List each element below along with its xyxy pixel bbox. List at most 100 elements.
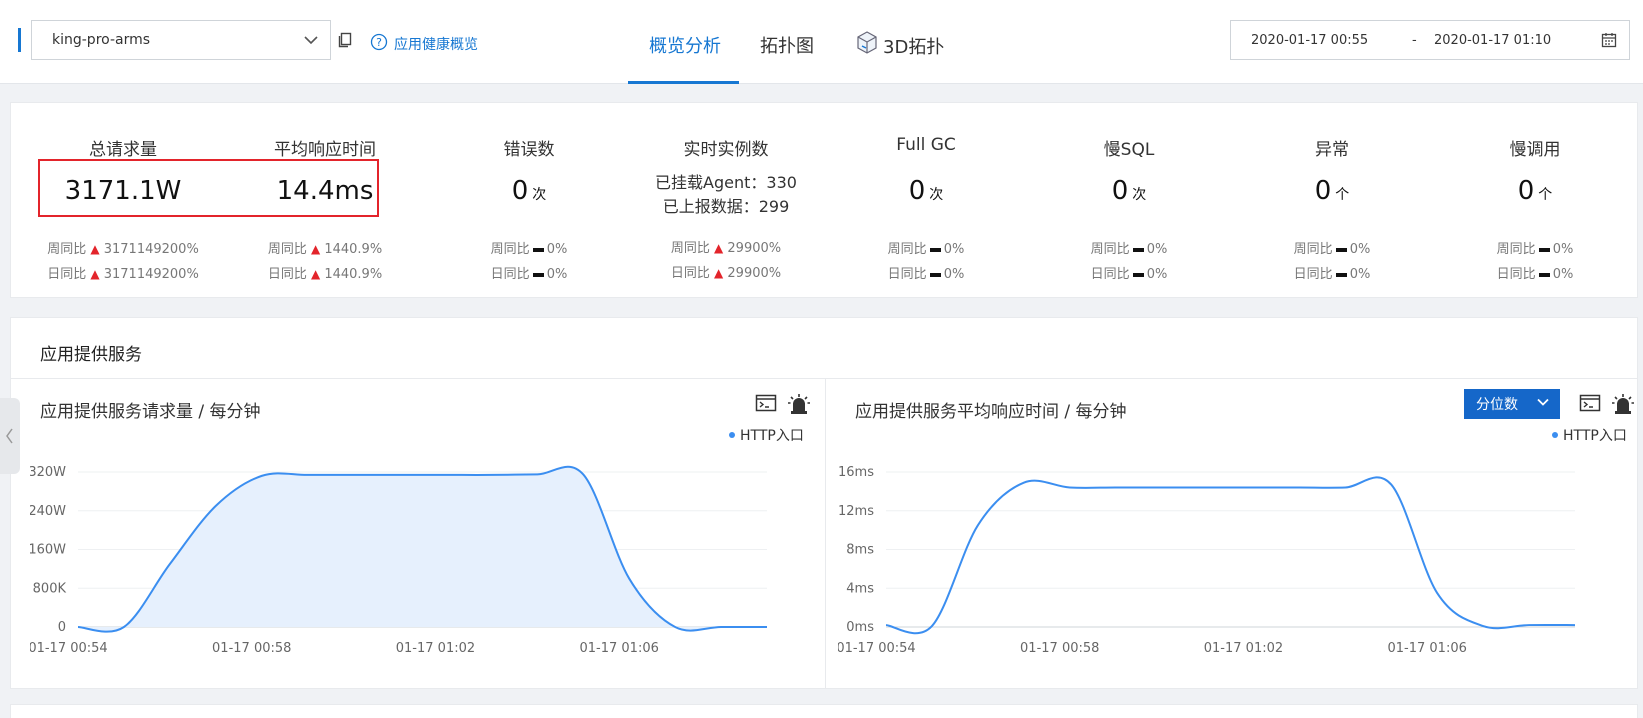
legend-label: HTTP入口 [1563,428,1627,444]
arrow-up-icon: ▲ [90,267,100,281]
stat-unit: 次 [1132,187,1147,203]
stat-exceptions[interactable]: 异常 0个 周同比 0% 日同比 0% [1232,103,1432,299]
instances-agent-line: 已挂载Agent：330 [655,173,797,192]
response-time-chart: 0ms 4ms 8ms 12ms 16ms 01-17 00:54 01-17 00:58 0… [838,465,1576,656]
legend-label: HTTP入口 [740,428,804,444]
tab-3d-topology[interactable]: 3D拓扑 [855,30,944,61]
stat-unit: 次 [929,187,944,203]
daily-value: 0% [1146,267,1168,282]
weekly-label: 周同比 [267,242,307,257]
request-volume-chart: 0 800K 160W 240W 320W 01-17 00:54 01-17 00:58 0… [30,465,767,656]
flat-dash-icon [929,247,941,252]
app-health-overview-link[interactable]: ? 应用健康概览 [370,33,478,55]
quantile-dropdown[interactable]: 分位数 [1464,389,1560,419]
stat-value: 0次 [1029,176,1229,206]
stat-value-text: 0 [511,176,529,206]
tab-3d-topology-label: 3D拓扑 [883,36,945,58]
daily-label: 日同比 [267,267,307,282]
x-tick-label: 01-17 00:54 [30,641,108,656]
terminal-icon[interactable] [1579,393,1601,419]
y-tick-label: 12ms [838,504,874,519]
weekly-value: 0% [943,242,965,257]
chart-legend[interactable]: HTTP入口 [1552,425,1627,445]
app-health-overview-label: 应用健康概览 [394,37,478,53]
alarm-icon[interactable] [1611,393,1635,419]
stat-label: 总请求量 [89,140,157,160]
stat-value-text: 14.4ms [276,176,374,206]
flat-dash-icon [532,272,544,277]
daily-compare: 日同比 0% [826,263,1026,282]
copy-icon[interactable] [338,32,352,52]
arrow-up-icon: ▲ [714,241,724,255]
stat-full-gc[interactable]: Full GC 0次 周同比 0% 日同比 0% [826,103,1026,299]
daily-value: 1440.9% [324,267,383,282]
top-bar: king-pro-arms ? 应用健康概览 概览分析 拓扑图 3D拓扑 202… [0,0,1643,84]
arrow-up-icon: ▲ [90,242,100,256]
y-tick-label: 8ms [846,543,874,558]
daily-compare: 日同比 ▲ 29900% [626,262,826,281]
tab-overview-analysis[interactable]: 概览分析 [649,32,721,58]
stat-avg-response-time[interactable]: 平均响应时间 14.4ms 周同比 ▲ 1440.9% 日同比 ▲ 1440.9… [225,103,425,299]
stat-label: Full GC [896,135,956,155]
stat-unit: 次 [532,187,547,203]
instances-reported-line: 已上报数据：299 [662,197,790,216]
daily-label: 日同比 [1293,267,1333,282]
stat-label: 平均响应时间 [274,140,376,160]
date-end[interactable]: 2020-01-17 01:10 [1434,33,1551,48]
stat-error-count[interactable]: 错误数 0次 周同比 0% 日同比 0% [429,103,629,299]
flat-dash-icon [1132,247,1144,252]
y-tick-label: 4ms [846,581,874,596]
calendar-icon[interactable] [1601,32,1617,52]
weekly-compare: 周同比 ▲ 29900% [626,237,826,256]
y-tick-label: 16ms [838,465,874,480]
daily-value: 0% [546,267,568,282]
y-tick-label: 160W [30,543,66,558]
y-tick-label: 0ms [846,620,874,635]
flat-dash-icon [1132,272,1144,277]
daily-label: 日同比 [47,267,87,282]
date-separator: - [1412,33,1417,48]
daily-value: 29900% [727,266,782,281]
weekly-label: 周同比 [1090,242,1130,257]
daily-value: 0% [1349,267,1371,282]
help-circle-icon: ? [370,33,388,55]
stat-unit: 个 [1538,187,1553,203]
tab-topology[interactable]: 拓扑图 [760,32,814,58]
daily-label: 日同比 [490,267,530,282]
y-tick-label: 0 [58,620,66,635]
svg-text:?: ? [376,36,382,49]
stat-realtime-instances[interactable]: 实时实例数 已挂载Agent：330 已上报数据：299 周同比 ▲ 29900… [626,103,826,299]
daily-label: 日同比 [887,267,927,282]
chevron-down-icon[interactable] [302,31,320,53]
terminal-icon[interactable] [755,393,777,419]
stat-slow-calls[interactable]: 慢调用 0个 周同比 0% 日同比 0% [1435,103,1635,299]
weekly-label: 周同比 [1496,242,1536,257]
app-select[interactable]: king-pro-arms [31,20,331,60]
stat-value-text: 0 [1517,176,1535,206]
panel-icons [755,393,811,419]
stat-value: 14.4ms [225,176,425,206]
chart-legend[interactable]: HTTP入口 [729,425,804,445]
flat-dash-icon [1538,272,1550,277]
daily-compare: 日同比 0% [1435,263,1635,282]
y-tick-label: 800K [33,581,67,596]
collapse-handle[interactable] [0,398,20,474]
flat-dash-icon [1538,247,1550,252]
legend-dot [729,432,735,438]
stat-total-requests[interactable]: 总请求量 3171.1W 周同比 ▲ 3171149200% 日同比 ▲ 317… [23,103,223,299]
alarm-icon[interactable] [787,393,811,419]
stat-slow-sql[interactable]: 慢SQL 0次 周同比 0% 日同比 0% [1029,103,1229,299]
stat-value: 0个 [1232,176,1432,206]
weekly-label: 周同比 [47,242,87,257]
stat-value-text: 0 [1314,176,1332,206]
weekly-value: 0% [546,242,568,257]
chart-title: 应用提供服务平均响应时间 / 每分钟 [855,402,1127,422]
date-range-picker[interactable]: 2020-01-17 00:55 - 2020-01-17 01:10 [1230,20,1630,60]
x-tick-label: 01-17 01:02 [396,641,475,656]
flat-dash-icon [1335,247,1347,252]
stats-card: 总请求量 3171.1W 周同比 ▲ 3171149200% 日同比 ▲ 317… [10,102,1638,298]
date-start[interactable]: 2020-01-17 00:55 [1251,33,1368,48]
weekly-label: 周同比 [490,242,530,257]
daily-compare: 日同比 0% [1232,263,1432,282]
daily-compare: 日同比 ▲ 1440.9% [225,263,425,282]
